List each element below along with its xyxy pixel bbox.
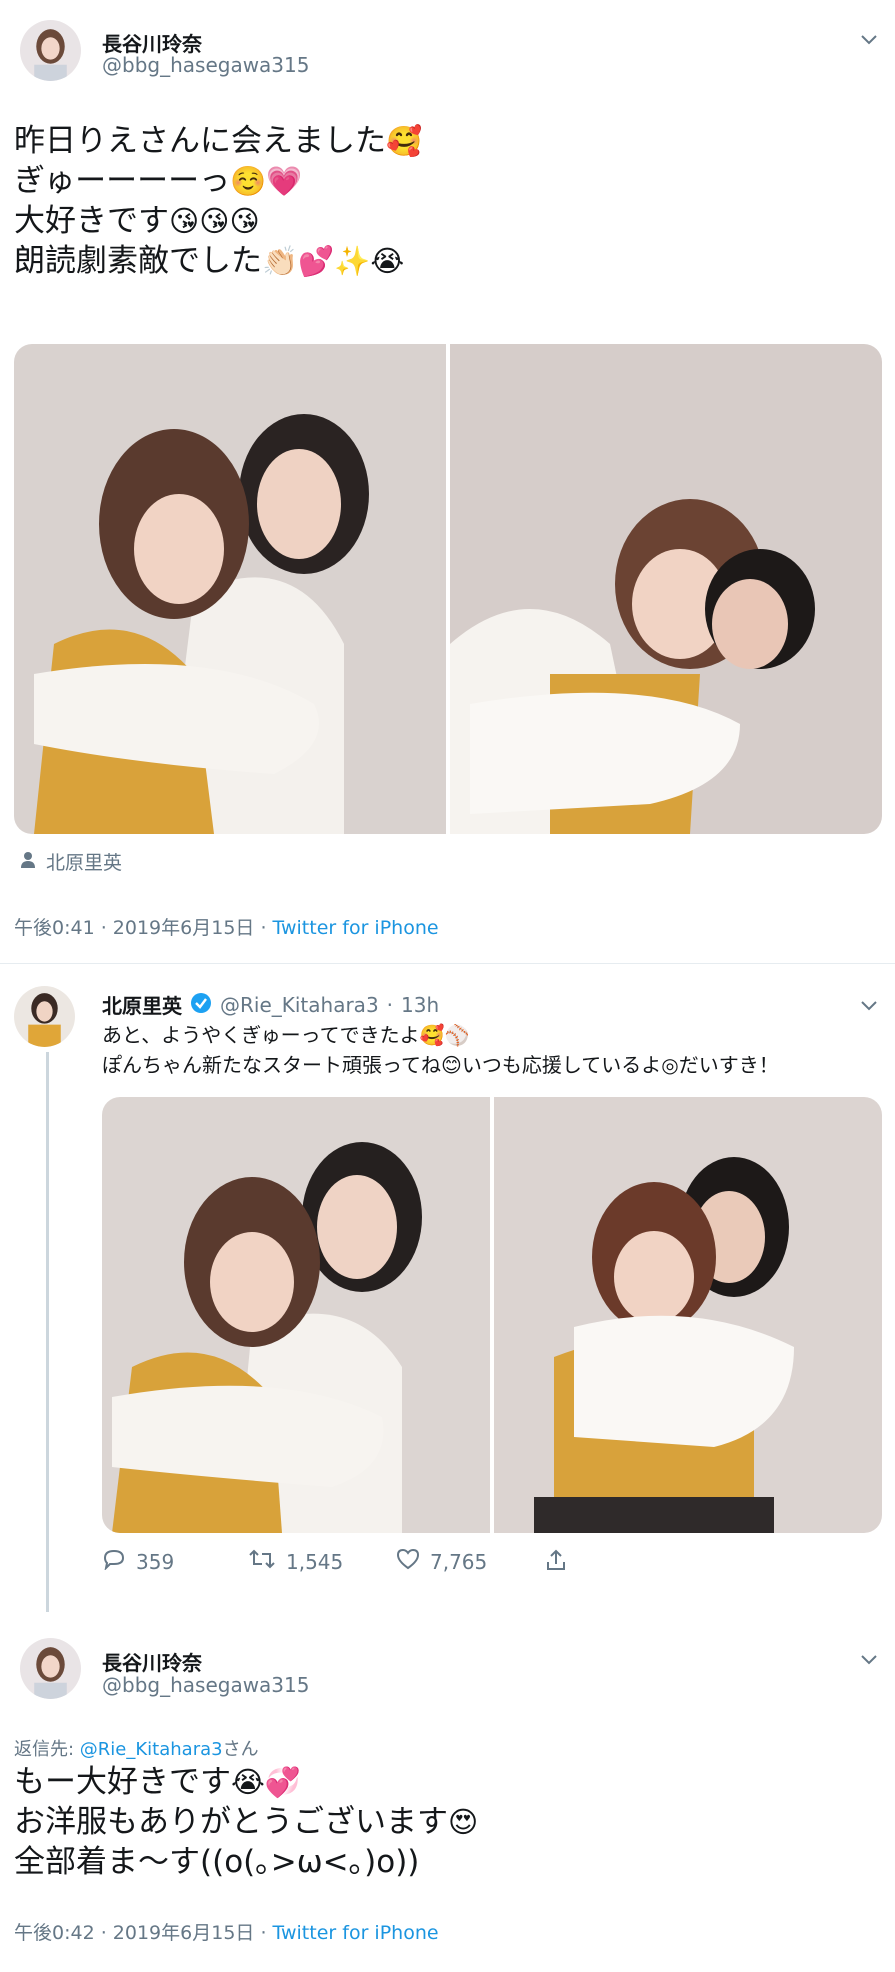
author-handle[interactable]: @bbg_hasegawa315	[102, 1673, 309, 1697]
emoji: 😭💞	[231, 1765, 301, 1799]
chevron-down-icon[interactable]	[860, 30, 878, 51]
person-icon	[20, 851, 36, 873]
photo-grid	[14, 344, 882, 834]
emoji: 😘😘😘	[169, 204, 260, 238]
like-count: 7,765	[430, 1549, 488, 1574]
tweet-text: あと、ようやくぎゅーってできたよ🥰⚾ ぽんちゃん新たなスタート頑張ってね😊いつも…	[102, 1020, 779, 1080]
chevron-down-icon[interactable]	[860, 996, 878, 1017]
tweet-age[interactable]: 13h	[401, 993, 439, 1017]
author-handle[interactable]: @bbg_hasegawa315	[102, 53, 309, 77]
avatar-hasegawa[interactable]	[20, 1638, 81, 1699]
tweet-line: 大好きです😘😘😘	[14, 203, 260, 239]
reply-to-link[interactable]: @Rie_Kitahara3	[80, 1739, 223, 1760]
reply-icon	[102, 1548, 126, 1575]
emoji: ☺️💗	[230, 164, 303, 198]
tweet-text: もー大好きです😭💞 お洋服もありがとうございます😍 全部着ま〜す((o(｡>ω<…	[14, 1762, 478, 1882]
tweet-timestamp: 午後0:42 · 2019年6月15日 · Twitter for iPhone	[14, 1922, 439, 1944]
tweet-line: ぽんちゃん新たなスタート頑張ってね😊いつも応援しているよ◎だいすき！	[102, 1053, 779, 1077]
source-link[interactable]: Twitter for iPhone	[273, 1922, 439, 1944]
tweet-timestamp: 午後0:41 · 2019年6月15日 · Twitter for iPhone	[14, 917, 439, 939]
tweet-photo[interactable]	[14, 344, 446, 834]
tweet-header: 北原里英 @Rie_Kitahara3 · 13h	[102, 990, 439, 1019]
tweet-line: お洋服もありがとうございます😍	[14, 1804, 479, 1840]
tweet-photo[interactable]	[450, 344, 882, 834]
tweet-line: 昨日りえさんに会えました🥰	[14, 123, 423, 159]
tweet-photo[interactable]	[494, 1097, 882, 1533]
photo-grid	[102, 1097, 882, 1533]
avatar-hasegawa[interactable]	[20, 20, 81, 81]
like-icon	[396, 1548, 420, 1575]
reply-count: 359	[136, 1549, 175, 1574]
reply-button[interactable]: 359	[102, 1548, 174, 1575]
avatar-kitahara[interactable]	[14, 986, 75, 1047]
emoji: 🥰⚾	[419, 1023, 470, 1047]
verified-badge-icon	[190, 992, 212, 1018]
tagged-user[interactable]: 北原里英	[20, 848, 122, 875]
tweet-line: もー大好きです😭💞	[14, 1764, 301, 1800]
tweet-text: 昨日りえさんに会えました🥰 ぎゅーーーーっ☺️💗 大好きです😘😘😘 朗読劇素敵で…	[14, 121, 422, 281]
tweet-photo[interactable]	[102, 1097, 490, 1533]
author-handle[interactable]: @Rie_Kitahara3	[220, 993, 379, 1017]
tweet-line: 朗読劇素敵でした👏🏻💕✨😭	[14, 243, 405, 279]
like-button[interactable]: 7,765	[396, 1548, 487, 1575]
emoji: 👏🏻💕✨😭	[262, 244, 405, 278]
share-icon	[545, 1548, 567, 1577]
share-button[interactable]	[545, 1548, 567, 1577]
author-name[interactable]: 長谷川玲奈	[102, 1647, 202, 1676]
emoji: 🥰	[386, 124, 423, 158]
chevron-down-icon[interactable]	[860, 1650, 878, 1671]
retweet-count: 1,545	[286, 1549, 344, 1574]
retweet-icon	[248, 1548, 276, 1575]
emoji: 😊	[441, 1053, 462, 1077]
tweet-line: あと、ようやくぎゅーってできたよ🥰⚾	[102, 1023, 470, 1047]
retweet-button[interactable]: 1,545	[248, 1548, 343, 1575]
reply-context: 返信先: @Rie_Kitahara3さん	[14, 1739, 259, 1760]
author-name[interactable]: 北原里英	[102, 990, 182, 1019]
tweet-line: ぎゅーーーーっ☺️💗	[14, 163, 303, 199]
thread-line	[46, 1052, 49, 1612]
source-link[interactable]: Twitter for iPhone	[273, 917, 439, 939]
divider	[0, 963, 895, 964]
tweet-line: 全部着ま〜す((o(｡>ω<｡)o))	[14, 1844, 420, 1880]
emoji: 😍	[448, 1805, 479, 1839]
